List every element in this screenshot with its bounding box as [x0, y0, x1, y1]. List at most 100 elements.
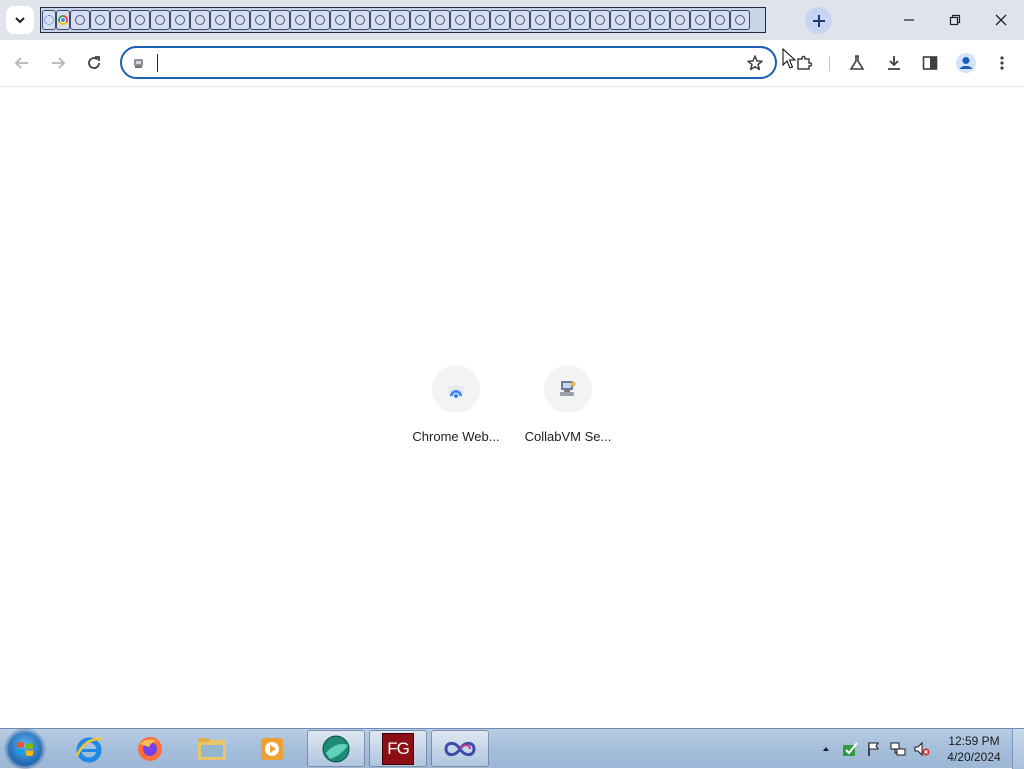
browser-tab[interactable]: [56, 10, 70, 30]
new-tab-button[interactable]: [805, 7, 832, 34]
collabvm-favicon-icon: [115, 15, 125, 25]
browser-tab[interactable]: [230, 10, 250, 30]
collabvm-favicon-icon: [215, 15, 225, 25]
browser-tab[interactable]: [270, 10, 290, 30]
tray-network[interactable]: [890, 741, 906, 757]
puzzle-icon: [797, 55, 813, 70]
tray-action-center[interactable]: [866, 741, 882, 757]
side-panel-button[interactable]: [916, 49, 944, 77]
ie-icon: [75, 737, 103, 762]
browser-tab[interactable]: [190, 10, 210, 30]
downloads-button[interactable]: [880, 49, 908, 77]
reload-button[interactable]: [80, 49, 108, 77]
taskbar-firefox[interactable]: [121, 730, 179, 767]
browser-tab[interactable]: [630, 10, 650, 30]
tray-app-icon[interactable]: [842, 741, 858, 757]
taskbar-media-player[interactable]: [243, 730, 301, 767]
taskbar-green-orb-app[interactable]: [307, 730, 365, 767]
browser-tab[interactable]: [650, 10, 670, 30]
shortcut-icon-container: [432, 365, 480, 413]
browser-tab[interactable]: [370, 10, 390, 30]
back-button[interactable]: [8, 49, 36, 77]
tray-volume[interactable]: [914, 741, 930, 757]
browser-tab[interactable]: [42, 10, 56, 30]
collabvm-icon: [560, 381, 576, 396]
browser-tab[interactable]: [730, 10, 750, 30]
plus-icon: [812, 14, 825, 27]
tab-strip: [0, 0, 1024, 40]
mouse-cursor-icon: [782, 48, 796, 69]
taskbar-explorer[interactable]: [183, 730, 241, 767]
browser-tab[interactable]: [150, 10, 170, 30]
taskbar-fg-app[interactable]: FG: [369, 730, 427, 767]
browser-tab[interactable]: [490, 10, 510, 30]
taskbar-clock[interactable]: 12:59 PM 4/20/2024: [938, 733, 1010, 765]
browser-tab[interactable]: [330, 10, 350, 30]
labs-button[interactable]: [843, 49, 871, 77]
collabvm-favicon-icon: [595, 15, 605, 25]
browser-tab[interactable]: [70, 10, 90, 30]
chevron-down-icon: [15, 17, 25, 24]
browser-tab[interactable]: [210, 10, 230, 30]
network-icon: [890, 742, 906, 756]
fg-icon: FG: [382, 732, 414, 765]
collabvm-favicon-icon: [235, 15, 245, 25]
browser-tab[interactable]: [690, 10, 710, 30]
green-orb-icon: [322, 735, 350, 762]
browser-tab[interactable]: [550, 10, 570, 30]
collabvm-favicon-icon: [575, 15, 585, 25]
browser-tab[interactable]: [710, 10, 730, 30]
volume-muted-icon: [914, 741, 930, 757]
minimize-button[interactable]: [886, 0, 932, 40]
collabvm-favicon-icon: [635, 15, 645, 25]
show-hidden-icons-button[interactable]: [818, 741, 834, 757]
browser-tab[interactable]: [510, 10, 530, 30]
browser-tab[interactable]: [570, 10, 590, 30]
browser-tab[interactable]: [610, 10, 630, 30]
new-tab-page: Chrome Web... CollabVM Se...: [0, 87, 1024, 728]
browser-tab[interactable]: [450, 10, 470, 30]
collabvm-favicon-icon: [195, 15, 205, 25]
browser-tab[interactable]: [430, 10, 450, 30]
side-panel-icon: [922, 56, 938, 70]
shortcut-chrome-web-store[interactable]: Chrome Web...: [400, 365, 512, 455]
browser-tab[interactable]: [590, 10, 610, 30]
shortcut-label: Chrome Web...: [412, 429, 500, 444]
bookmark-star-button[interactable]: [745, 53, 765, 73]
browser-tab[interactable]: [410, 10, 430, 30]
clock-time: 12:59 PM: [948, 734, 1000, 748]
browser-tab[interactable]: [670, 10, 690, 30]
chrome-web-store-icon: [448, 386, 464, 400]
browser-tab[interactable]: [290, 10, 310, 30]
browser-tab[interactable]: [350, 10, 370, 30]
start-button[interactable]: [6, 730, 44, 768]
address-bar[interactable]: [120, 46, 777, 79]
restore-icon: [949, 14, 961, 26]
profile-button[interactable]: [952, 49, 980, 77]
browser-tab[interactable]: [310, 10, 330, 30]
shortcut-collabvm[interactable]: CollabVM Se...: [512, 365, 624, 455]
browser-tab[interactable]: [110, 10, 130, 30]
main-menu-button[interactable]: [988, 49, 1016, 77]
fg-icon-text: FG: [387, 738, 410, 758]
address-input[interactable]: [158, 51, 742, 77]
browser-tab[interactable]: [170, 10, 190, 30]
kebab-menu-icon: [1000, 56, 1004, 70]
browser-tab[interactable]: [250, 10, 270, 30]
person-icon: [956, 53, 976, 73]
taskbar-internet-explorer[interactable]: [60, 730, 118, 767]
collabvm-favicon-icon: [455, 15, 465, 25]
taskbar-chrome-window[interactable]: [431, 730, 489, 767]
restore-button[interactable]: [932, 0, 978, 40]
show-desktop-button[interactable]: [1012, 729, 1024, 769]
forward-button[interactable]: [44, 49, 72, 77]
collabvm-favicon-icon: [435, 15, 445, 25]
close-button[interactable]: [978, 0, 1024, 40]
browser-tab[interactable]: [470, 10, 490, 30]
browser-tab[interactable]: [130, 10, 150, 30]
browser-tab[interactable]: [90, 10, 110, 30]
browser-tab[interactable]: [390, 10, 410, 30]
browser-tab[interactable]: [530, 10, 550, 30]
collabvm-favicon-icon: [95, 15, 105, 25]
tab-search-button[interactable]: [6, 6, 34, 34]
